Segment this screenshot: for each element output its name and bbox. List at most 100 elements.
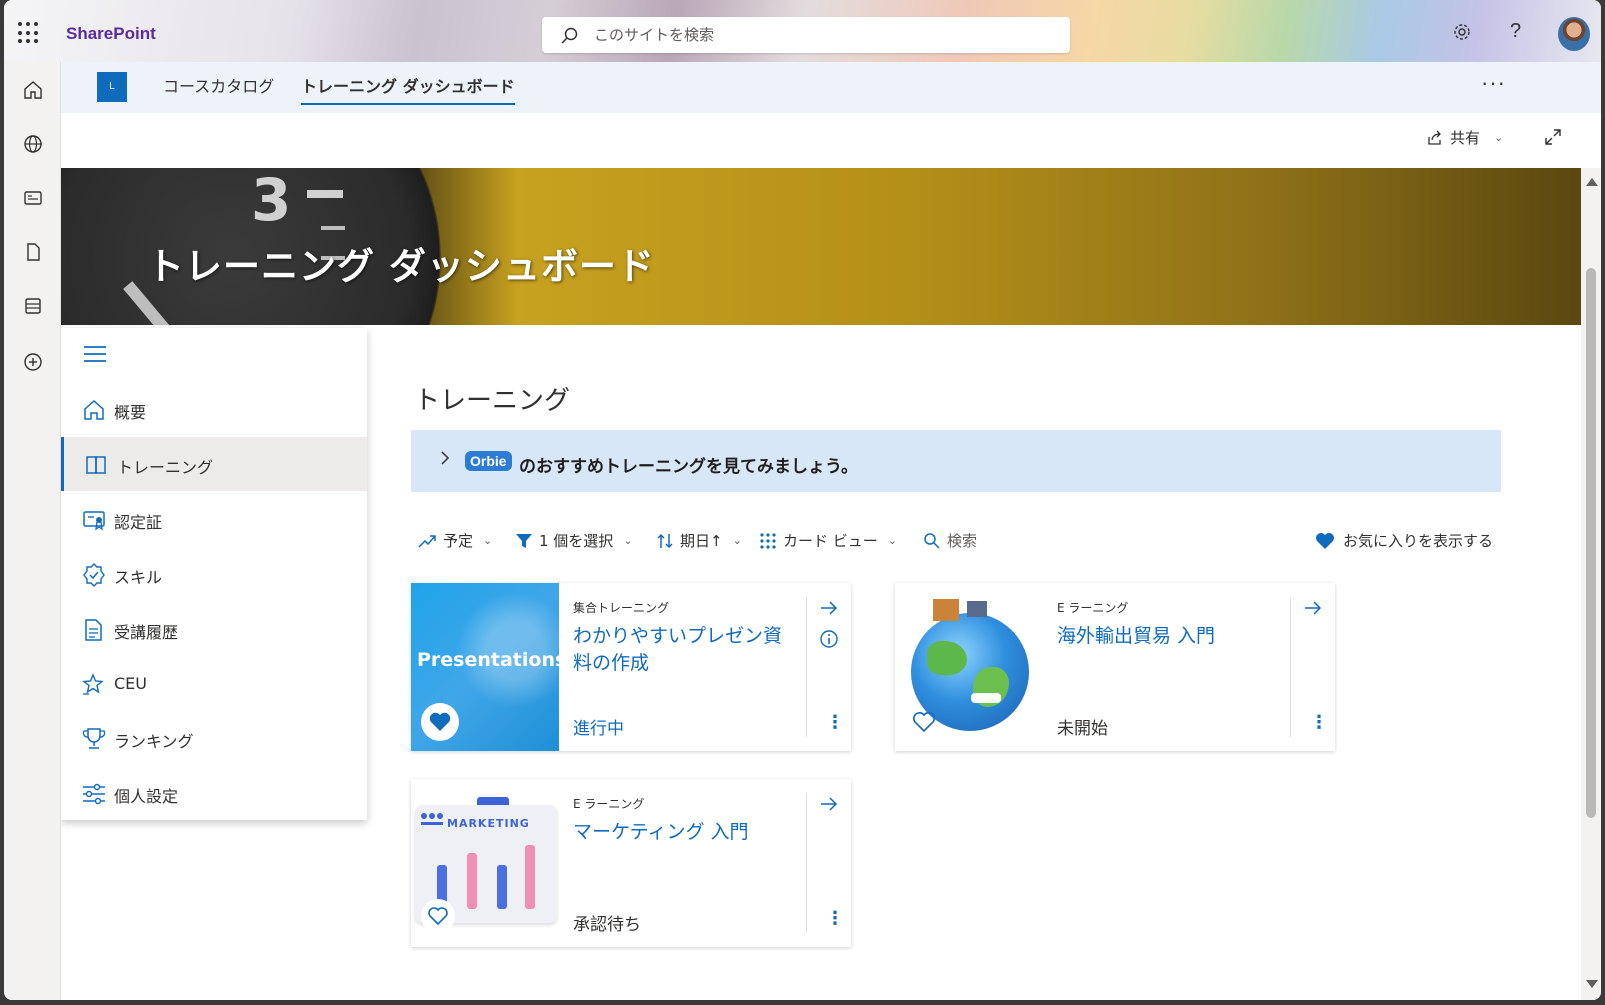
section-title: トレーニング	[414, 386, 571, 416]
arrow-right-icon[interactable]	[819, 599, 839, 617]
training-title-link[interactable]: わかりやすいプレゼン資料の作成	[573, 623, 797, 677]
nav-label: 受講履歴	[114, 623, 179, 642]
search-input[interactable]	[594, 25, 1034, 45]
training-card[interactable]: MARKETING E ラーニング マーケティング 入門 承認待ち ⋮	[411, 779, 851, 947]
card-divider	[1290, 597, 1291, 737]
due-date-sort[interactable]: 期日↑ ⌄	[656, 530, 742, 551]
app-launcher-icon[interactable]	[18, 22, 40, 44]
show-favorites-toggle[interactable]: お気に入りを表示する	[1315, 530, 1493, 551]
trophy-icon	[82, 728, 106, 749]
card-view-icon	[760, 532, 776, 549]
more-actions-icon[interactable]: ⋮	[826, 909, 844, 927]
selection-filter[interactable]: 1 個を選択 ⌄	[515, 530, 633, 551]
browser-window: SharePoint ? L コースカタログ トレーニング ダッシュボード ··…	[4, 0, 1601, 1000]
home-icon[interactable]	[21, 78, 45, 102]
chevron-down-icon: ⌄	[1494, 131, 1504, 144]
hamburger-menu-icon[interactable]	[83, 344, 107, 364]
nav-item-training[interactable]: トレーニング	[61, 437, 367, 491]
scroll-thumb[interactable]	[1586, 268, 1596, 818]
vertical-scrollbar[interactable]	[1581, 168, 1601, 1000]
card-thumbnail: MARKETING	[411, 779, 559, 947]
training-type: E ラーニング	[1057, 601, 1129, 615]
search-icon	[924, 532, 940, 549]
training-status: 未開始	[1057, 719, 1108, 739]
scroll-up-arrow-icon[interactable]	[1586, 178, 1598, 186]
filter-toolbar: 予定 ⌄ 1 個を選択 ⌄ 期日↑ ⌄ カード ビュー ⌄ 検索 お気に入りを表…	[411, 530, 1501, 556]
app-rail	[4, 62, 61, 1000]
arrow-right-icon[interactable]	[1303, 599, 1323, 617]
avatar[interactable]	[1558, 17, 1590, 51]
hero-banner: 3 トレーニング ダッシュボード	[61, 168, 1581, 325]
list-icon[interactable]	[21, 294, 45, 318]
thumbnail-caption: MARKETING	[447, 817, 530, 830]
schedule-label: 予定	[443, 532, 474, 550]
card-divider	[806, 597, 807, 737]
training-nav-panel: 概要 トレーニング 認定証 スキル 受講履歴 CEU ランキング 個人設定	[61, 328, 367, 820]
suite-header: SharePoint ?	[4, 0, 1601, 62]
favorite-button[interactable]	[421, 703, 459, 741]
site-logo[interactable]: L	[97, 72, 127, 102]
banner-text: のおすすめトレーニングを見てみましょう。	[519, 457, 858, 477]
training-type: E ラーニング	[573, 797, 645, 811]
home-icon	[84, 399, 104, 420]
nav-item-ceu[interactable]: CEU	[61, 657, 367, 711]
info-icon[interactable]	[819, 629, 839, 649]
favorites-label: お気に入りを表示する	[1342, 532, 1493, 550]
training-card[interactable]: E ラーニング 海外輸出貿易 入門 未開始 ⋮	[895, 583, 1335, 751]
globe-icon[interactable]	[21, 132, 45, 156]
nav-label: トレーニング	[117, 458, 214, 477]
chevron-down-icon: ⌄	[483, 534, 493, 547]
nav-item-ranking[interactable]: ランキング	[61, 711, 367, 765]
sort-icon	[657, 533, 673, 548]
favorite-button[interactable]	[905, 703, 943, 741]
history-document-icon	[85, 619, 102, 641]
training-type: 集合トレーニング	[573, 601, 670, 615]
more-actions-icon[interactable]: ⋮	[826, 713, 844, 731]
chevron-down-icon: ⌄	[623, 534, 633, 547]
training-status: 進行中	[573, 719, 624, 739]
schedule-filter[interactable]: 予定 ⌄	[417, 530, 492, 551]
tab-course-catalog[interactable]: コースカタログ	[163, 73, 274, 103]
tab-training-dashboard[interactable]: トレーニング ダッシュボード	[301, 73, 515, 105]
more-actions-icon[interactable]: ⋮	[1310, 713, 1328, 731]
nav-label: 認定証	[114, 513, 163, 532]
nav-label: スキル	[114, 568, 163, 587]
nav-item-personal-settings[interactable]: 個人設定	[61, 766, 367, 820]
news-icon[interactable]	[21, 186, 45, 210]
training-card[interactable]: Presentations 集合トレーニング わかりやすいプレゼン資料の作成 進…	[411, 583, 851, 751]
training-title-link[interactable]: 海外輸出貿易 入門	[1057, 623, 1281, 650]
search-label: 検索	[947, 532, 978, 550]
card-thumbnail: Presentations	[411, 583, 559, 751]
expand-icon[interactable]	[1543, 127, 1563, 147]
brand-name[interactable]: SharePoint	[66, 24, 156, 44]
selection-label: 1 個を選択	[539, 532, 614, 550]
recommendation-banner[interactable]: Orbie のおすすめトレーニングを見てみましょう。	[411, 430, 1501, 492]
share-icon	[1428, 130, 1441, 145]
add-circle-icon[interactable]	[21, 350, 45, 374]
nav-item-certificates[interactable]: 認定証	[61, 492, 367, 546]
share-button[interactable]: 共有 ⌄	[1426, 127, 1503, 148]
heart-outline-icon	[913, 712, 935, 733]
nav-item-overview[interactable]: 概要	[61, 382, 367, 436]
page-content: 3 トレーニング ダッシュボード 概要 トレーニング 認定証 スキル 受講履歴 …	[61, 168, 1581, 1000]
favorite-button[interactable]	[421, 899, 455, 933]
card-search[interactable]: 検索	[923, 530, 977, 551]
training-title-link[interactable]: マーケティング 入門	[573, 819, 797, 846]
nav-label: 概要	[114, 403, 147, 422]
arrow-right-icon[interactable]	[819, 795, 839, 813]
nav-item-history[interactable]: 受講履歴	[61, 602, 367, 656]
gear-icon[interactable]	[1452, 22, 1472, 42]
scroll-down-arrow-icon[interactable]	[1586, 980, 1598, 988]
star-list-icon	[82, 673, 104, 695]
help-icon[interactable]: ?	[1510, 20, 1521, 43]
site-search-box[interactable]	[542, 17, 1070, 53]
filter-icon	[516, 533, 532, 548]
thumbnail-caption: Presentations	[417, 649, 559, 671]
chevron-right-icon[interactable]	[439, 450, 451, 466]
book-icon	[86, 456, 106, 474]
skill-badge-icon	[83, 563, 105, 587]
view-switcher[interactable]: カード ビュー ⌄	[759, 530, 897, 551]
document-icon[interactable]	[21, 240, 45, 264]
more-options-icon[interactable]: ···	[1481, 70, 1506, 96]
nav-item-skills[interactable]: スキル	[61, 547, 367, 601]
